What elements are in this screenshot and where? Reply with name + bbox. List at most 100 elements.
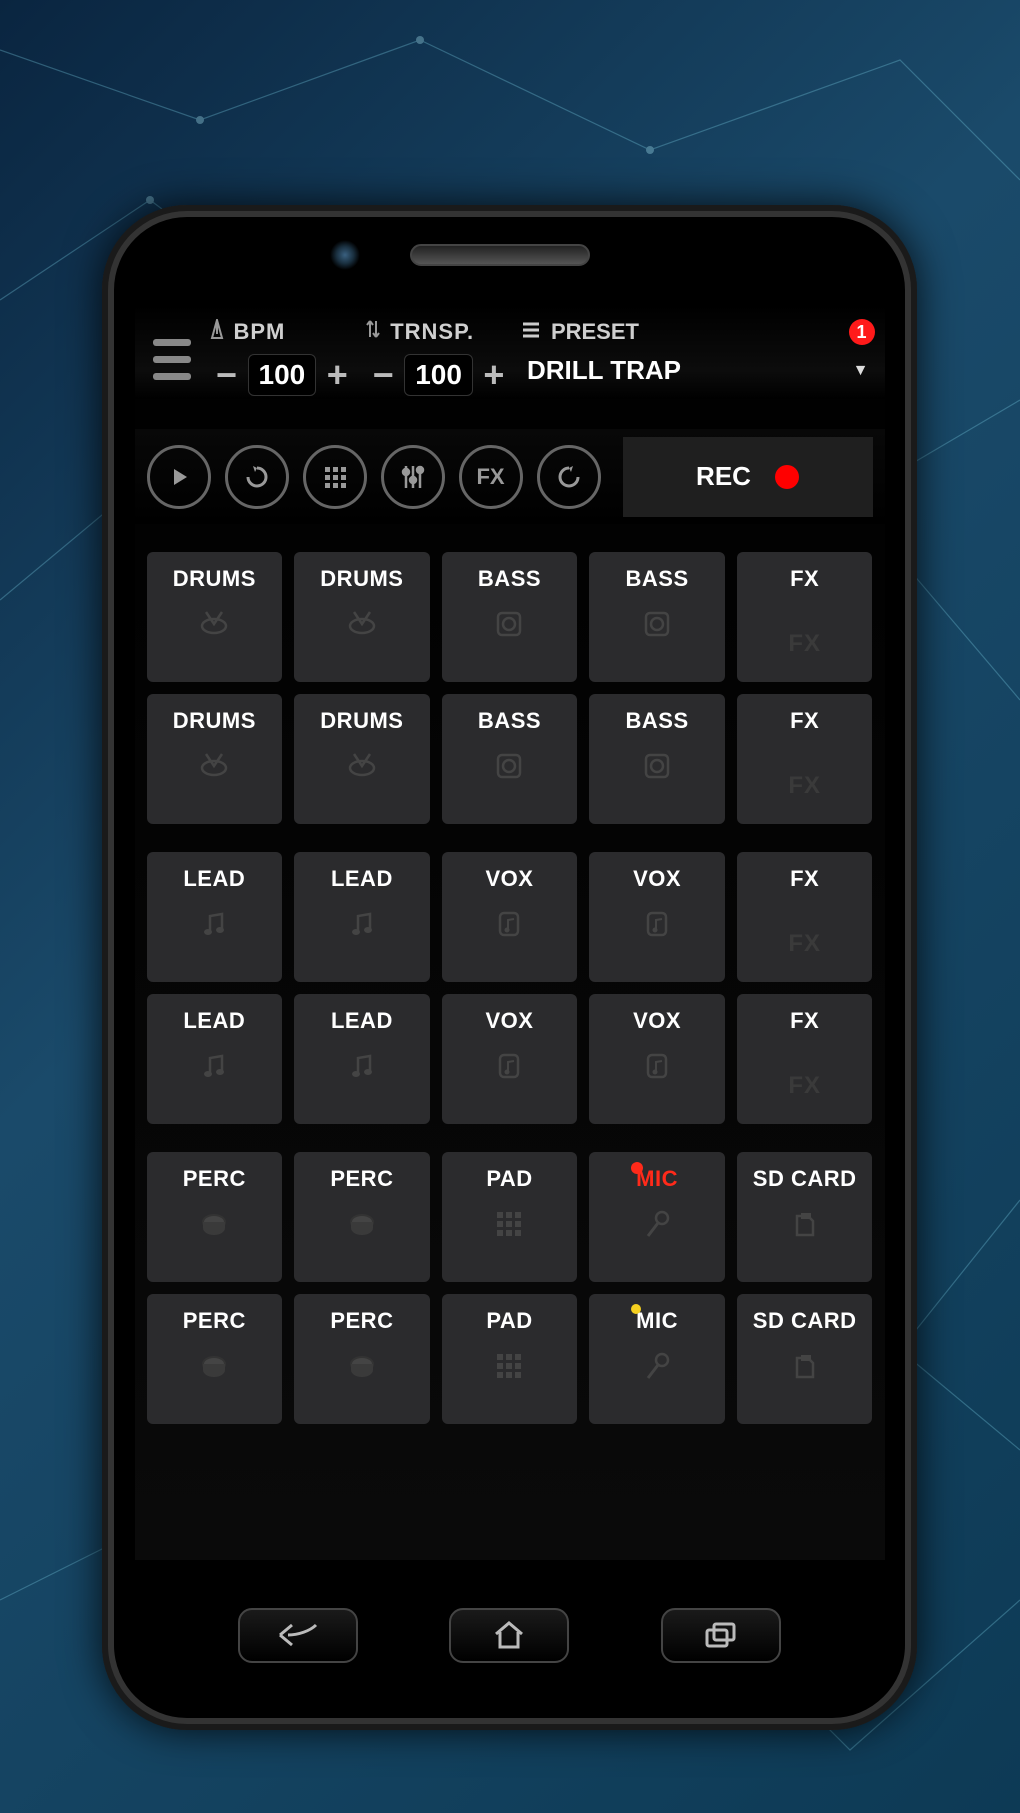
transpose-minus-button[interactable]: − bbox=[364, 351, 402, 399]
fx-button-label: FX bbox=[476, 464, 504, 490]
pad-row: PERC PERC PAD MIC SD CARD bbox=[147, 1294, 873, 1424]
perc-icon bbox=[199, 1210, 229, 1244]
vox-icon bbox=[644, 910, 670, 946]
pad-fx[interactable]: FX FX bbox=[737, 852, 873, 982]
metronome-icon bbox=[208, 319, 226, 345]
pad-label: DRUMS bbox=[320, 566, 403, 592]
pad-row: LEAD LEAD VOX VOX FX FX bbox=[147, 852, 873, 982]
vox-icon bbox=[496, 1052, 522, 1088]
pad-label: DRUMS bbox=[173, 566, 256, 592]
pad-mic[interactable]: MIC bbox=[589, 1294, 725, 1424]
pad-label: LEAD bbox=[183, 1008, 245, 1034]
phone-speaker bbox=[410, 244, 590, 266]
pad-drums[interactable]: DRUMS bbox=[294, 552, 430, 682]
fx-icon: FX bbox=[788, 1052, 821, 1100]
fx-icon: FX bbox=[788, 752, 821, 800]
transpose-value[interactable]: 100 bbox=[404, 354, 473, 396]
preset-control: PRESET 1 DRILL TRAP ▼ bbox=[521, 319, 875, 386]
nav-home-button[interactable] bbox=[449, 1608, 569, 1663]
pad-label: PERC bbox=[330, 1308, 393, 1334]
pad-label: BASS bbox=[626, 566, 689, 592]
transpose-label: TRNSP. bbox=[390, 319, 474, 345]
pad-label: SD CARD bbox=[753, 1166, 857, 1192]
drum-icon bbox=[198, 752, 230, 786]
pad-label: LEAD bbox=[183, 866, 245, 892]
pad-label: FX bbox=[790, 866, 819, 892]
pad-vox[interactable]: VOX bbox=[589, 994, 725, 1124]
pad-bass[interactable]: BASS bbox=[442, 552, 578, 682]
pad-vox[interactable]: VOX bbox=[589, 852, 725, 982]
pad-label: FX bbox=[790, 708, 819, 734]
phone-camera bbox=[330, 240, 360, 270]
bpm-minus-button[interactable]: − bbox=[208, 351, 246, 399]
pad-label: VOX bbox=[633, 866, 681, 892]
notification-badge[interactable]: 1 bbox=[849, 319, 875, 345]
pad-pad[interactable]: PAD bbox=[442, 1152, 578, 1282]
fx-button[interactable]: FX bbox=[459, 445, 523, 509]
top-bar: BPM − 100 + TRNSP. − 100 + bbox=[135, 305, 885, 399]
pad-label: VOX bbox=[633, 1008, 681, 1034]
bpm-value[interactable]: 100 bbox=[248, 354, 317, 396]
pad-perc[interactable]: PERC bbox=[147, 1152, 283, 1282]
note-icon bbox=[200, 1052, 228, 1088]
pad-lead[interactable]: LEAD bbox=[294, 852, 430, 982]
speaker-icon bbox=[643, 610, 671, 646]
pad-fx[interactable]: FXFX bbox=[737, 994, 873, 1124]
pad-lead[interactable]: LEAD bbox=[147, 852, 283, 982]
hamburger-menu-icon[interactable] bbox=[145, 319, 200, 399]
pad-bass[interactable]: BASS bbox=[589, 552, 725, 682]
pad-group: LEADLEADVOXVOXFXFXLEADLEADVOXVOXFXFX bbox=[147, 852, 873, 1124]
pad-label: MIC bbox=[636, 1308, 678, 1334]
pad-lead[interactable]: LEAD bbox=[147, 994, 283, 1124]
mixer-button[interactable] bbox=[381, 445, 445, 509]
nav-recent-button[interactable] bbox=[661, 1608, 781, 1663]
pad-fx[interactable]: FX FX bbox=[737, 694, 873, 824]
phone-nav-bar bbox=[102, 1560, 917, 1710]
pad-perc[interactable]: PERC bbox=[294, 1294, 430, 1424]
preset-selector[interactable]: DRILL TRAP ▼ bbox=[521, 351, 875, 386]
pad-bass[interactable]: BASS bbox=[442, 694, 578, 824]
pad-mic[interactable]: MIC bbox=[589, 1152, 725, 1282]
loop-button[interactable] bbox=[225, 445, 289, 509]
sd-icon bbox=[792, 1210, 818, 1246]
pad-bass[interactable]: BASS bbox=[589, 694, 725, 824]
pad-fx[interactable]: FXFX bbox=[737, 552, 873, 682]
pad-drums[interactable]: DRUMS bbox=[294, 694, 430, 824]
pad-pad[interactable]: PAD bbox=[442, 1294, 578, 1424]
perc-icon bbox=[199, 1352, 229, 1386]
app-screen: BPM − 100 + TRNSP. − 100 + bbox=[135, 305, 885, 1560]
pad-vox[interactable]: VOX bbox=[442, 994, 578, 1124]
pad-label: DRUMS bbox=[173, 708, 256, 734]
pad-label: PAD bbox=[486, 1166, 532, 1192]
nav-back-button[interactable] bbox=[238, 1608, 358, 1663]
record-button[interactable]: REC bbox=[623, 437, 873, 517]
undo-button[interactable] bbox=[537, 445, 601, 509]
pad-group: DRUMSDRUMSBASSBASSFXFXDRUMSDRUMSBASSBASS… bbox=[147, 552, 873, 824]
note-icon bbox=[200, 910, 228, 946]
transpose-plus-button[interactable]: + bbox=[475, 351, 513, 399]
pad-label: LEAD bbox=[331, 866, 393, 892]
pad-label: VOX bbox=[486, 866, 534, 892]
pad-label: BASS bbox=[478, 708, 541, 734]
drum-icon bbox=[198, 610, 230, 644]
pad-drums[interactable]: DRUMS bbox=[147, 552, 283, 682]
pad-vox[interactable]: VOX bbox=[442, 852, 578, 982]
speaker-icon bbox=[643, 752, 671, 788]
grid-button[interactable] bbox=[303, 445, 367, 509]
vox-icon bbox=[644, 1052, 670, 1088]
vox-icon bbox=[496, 910, 522, 946]
pad-perc[interactable]: PERC bbox=[294, 1152, 430, 1282]
fx-icon: FX bbox=[788, 910, 821, 958]
play-button[interactable] bbox=[147, 445, 211, 509]
phone-bezel-top bbox=[102, 205, 917, 305]
pad-sd-card[interactable]: SD CARD bbox=[737, 1294, 873, 1424]
pad-drums[interactable]: DRUMS bbox=[147, 694, 283, 824]
bpm-plus-button[interactable]: + bbox=[318, 351, 356, 399]
pad-lead[interactable]: LEAD bbox=[294, 994, 430, 1124]
pad-perc[interactable]: PERC bbox=[147, 1294, 283, 1424]
pad-sd-card[interactable]: SD CARD bbox=[737, 1152, 873, 1282]
sd-icon bbox=[792, 1352, 818, 1388]
pad-label: PAD bbox=[486, 1308, 532, 1334]
pad-label: SD CARD bbox=[753, 1308, 857, 1334]
pads-area: DRUMSDRUMSBASSBASSFXFXDRUMSDRUMSBASSBASS… bbox=[135, 524, 885, 1424]
